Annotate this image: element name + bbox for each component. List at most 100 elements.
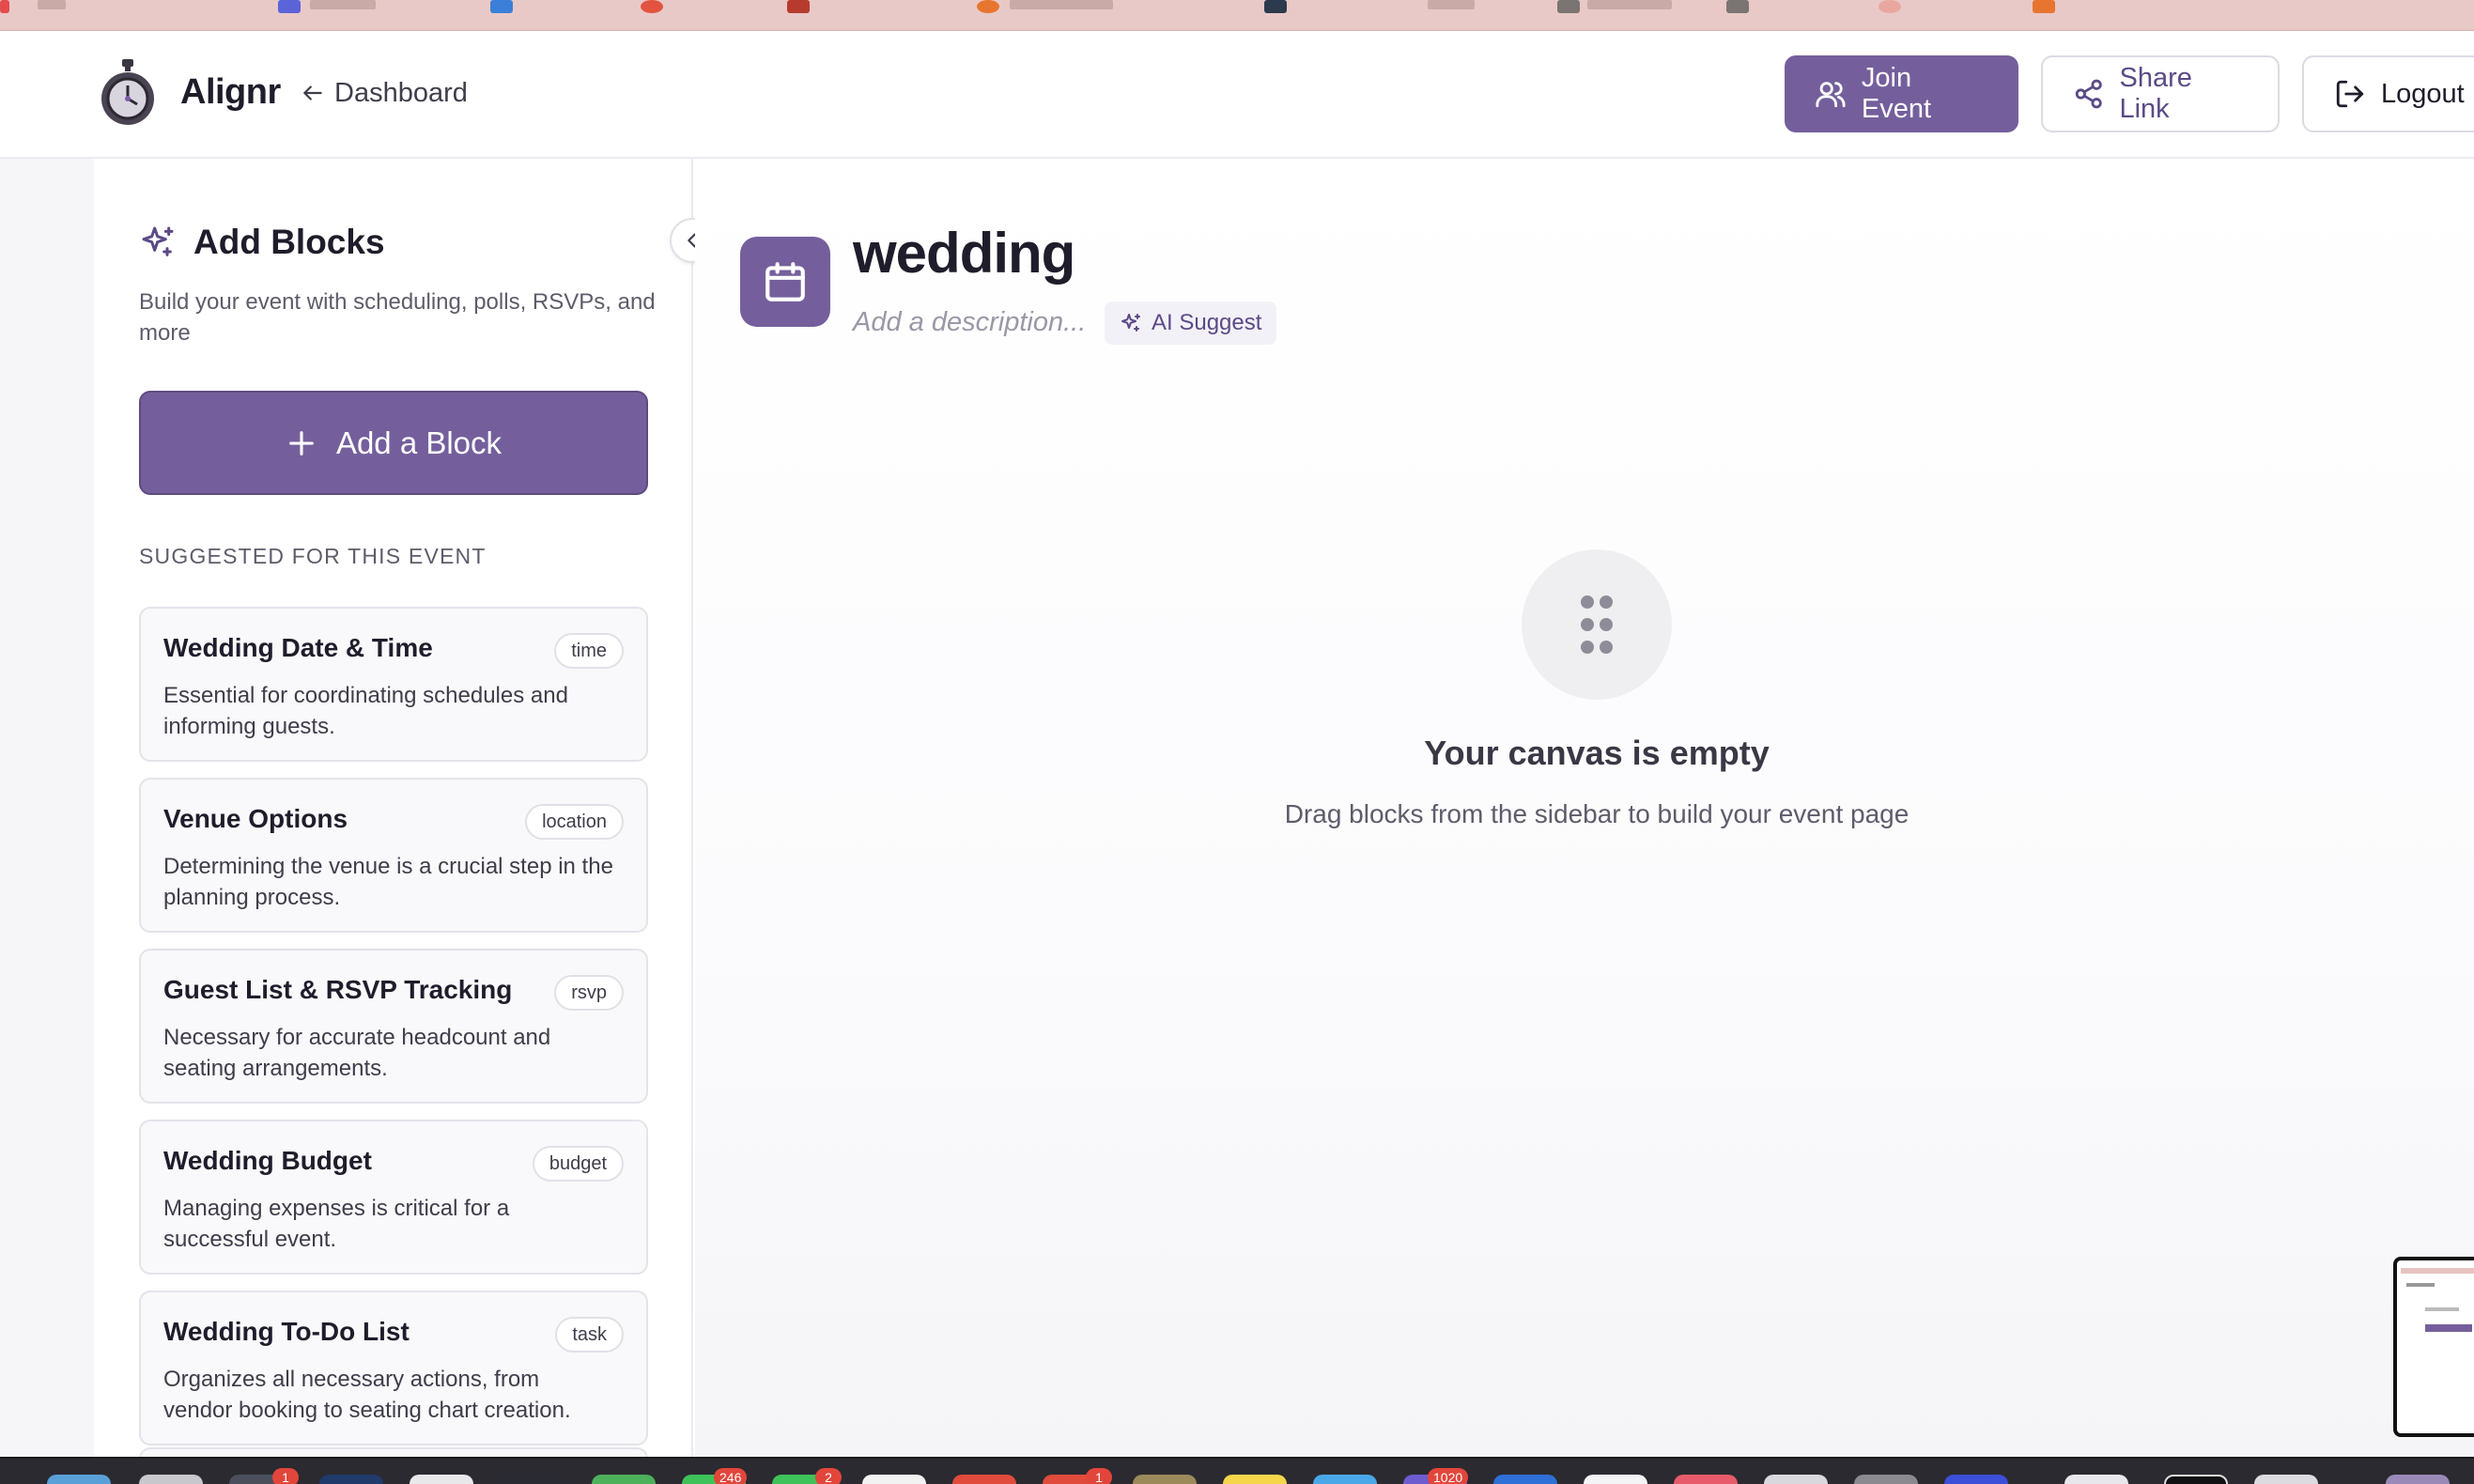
suggestion-tag: location — [525, 804, 624, 840]
grip-dots-icon — [1581, 595, 1613, 654]
tab-favicon[interactable] — [1879, 0, 1901, 13]
suggestion-card-partial[interactable] — [139, 1447, 648, 1457]
dock-app-icon[interactable] — [1313, 1475, 1377, 1484]
join-event-label: Join Event — [1861, 63, 1932, 124]
sidebar-title-row: Add Blocks — [139, 223, 385, 262]
tab-label — [310, 0, 376, 9]
dock-app-icon[interactable] — [1584, 1475, 1647, 1484]
users-icon — [1816, 82, 1846, 108]
dock-app-icon[interactable] — [1493, 1475, 1557, 1484]
suggestion-tag: task — [555, 1317, 624, 1353]
event-description-input[interactable]: Add a description... — [853, 307, 1086, 338]
plus-icon — [289, 430, 314, 456]
logout-button[interactable]: Logout — [2302, 55, 2474, 132]
tab-label — [38, 0, 66, 9]
suggestion-tag: time — [554, 633, 624, 669]
empty-canvas-title: Your canvas is empty — [1424, 734, 1770, 772]
dock-app-icon[interactable] — [2164, 1475, 2228, 1484]
logout-icon — [2336, 80, 2364, 108]
dock-app-icon[interactable] — [410, 1475, 473, 1484]
dock-app-icon[interactable] — [952, 1475, 1016, 1484]
dock-app-icon[interactable] — [1764, 1475, 1828, 1484]
suggestion-title: Wedding Date & Time — [163, 633, 433, 662]
add-a-block-button[interactable]: Add a Block — [139, 391, 648, 495]
tab-favicon[interactable] — [1264, 0, 1287, 13]
suggestion-card[interactable]: Guest List & RSVP Tracking rsvp Necessar… — [139, 949, 648, 1104]
event-canvas: wedding Add a description... AI Suggest … — [695, 159, 2474, 1457]
dock-app-icon[interactable] — [1854, 1475, 1918, 1484]
sparkles-icon — [142, 226, 174, 256]
sidebar-title: Add Blocks — [193, 223, 385, 261]
stopwatch-logo-icon[interactable] — [98, 57, 158, 129]
sparkles-icon — [1121, 314, 1140, 332]
dock-app-icon[interactable] — [2386, 1475, 2450, 1484]
dock-app-icon[interactable] — [1674, 1475, 1738, 1484]
tab-label — [1010, 0, 1113, 9]
tab-favicon[interactable] — [490, 0, 513, 13]
suggestion-card[interactable]: Wedding Budget budget Managing expenses … — [139, 1120, 648, 1275]
dock-badge: 2 — [815, 1468, 842, 1484]
ai-suggest-label: AI Suggest — [1152, 310, 1262, 335]
tab-favicon[interactable] — [0, 0, 9, 13]
suggestion-title: Guest List & RSVP Tracking — [163, 975, 513, 1004]
thumbnail-tab-strip — [2401, 1268, 2474, 1274]
dock-app-icon[interactable] — [1223, 1475, 1287, 1484]
empty-canvas-subtitle: Drag blocks from the sidebar to build yo… — [1284, 799, 1910, 828]
join-event-button[interactable]: Join Event — [1785, 55, 2018, 132]
dock-badge: 1 — [1086, 1468, 1112, 1484]
dock-app-icon[interactable] — [1133, 1475, 1197, 1484]
suggestion-description: Necessary for accurate headcount and sea… — [163, 1025, 551, 1081]
empty-canvas-icon — [1522, 549, 1672, 700]
app-header: Alignr Dashboard Join Event Share Link L… — [0, 31, 2474, 159]
dock-app-icon[interactable] — [47, 1475, 111, 1484]
suggestion-title: Venue Options — [163, 804, 348, 833]
left-gutter — [0, 159, 94, 1457]
event-icon-badge[interactable] — [740, 237, 830, 327]
brand-name: Alignr — [180, 72, 281, 112]
dock-app-icon[interactable] — [2254, 1475, 2318, 1484]
dock-app-icon[interactable] — [319, 1475, 383, 1484]
dock-app-icon[interactable] — [502, 1475, 565, 1484]
event-title[interactable]: wedding — [853, 221, 1075, 286]
back-link-label: Dashboard — [334, 77, 468, 108]
dock-badge: 1 — [272, 1468, 299, 1484]
back-to-dashboard-link[interactable]: Dashboard — [301, 76, 468, 110]
suggestion-tag: rsvp — [554, 975, 624, 1011]
tab-label — [1428, 0, 1475, 9]
thumbnail-add-button — [2425, 1324, 2472, 1332]
tab-favicon[interactable] — [2033, 0, 2055, 13]
sidebar-subtitle: Build your event with scheduling, polls,… — [139, 289, 656, 346]
tab-favicon[interactable] — [977, 0, 999, 13]
suggestion-card[interactable]: Wedding To-Do List task Organizes all ne… — [139, 1291, 648, 1445]
dock-app-icon[interactable] — [592, 1475, 656, 1484]
ai-suggest-button[interactable]: AI Suggest — [1105, 301, 1277, 345]
share-link-label: Share Link — [2119, 63, 2192, 124]
tab-favicon[interactable] — [641, 0, 663, 13]
suggestion-card[interactable]: Venue Options location Determining the v… — [139, 778, 648, 933]
add-blocks-sidebar: Add Blocks Build your event with schedul… — [94, 159, 693, 1457]
tab-favicon[interactable] — [1726, 0, 1749, 13]
tab-favicon[interactable] — [278, 0, 301, 13]
suggestion-title: Wedding Budget — [163, 1146, 372, 1175]
share-icon — [2075, 79, 2102, 109]
suggestion-title: Wedding To-Do List — [163, 1317, 410, 1346]
tab-favicon[interactable] — [787, 0, 810, 13]
suggestion-description: Managing expenses is critical for a succ… — [163, 1196, 510, 1252]
add-a-block-label: Add a Block — [335, 425, 503, 460]
suggestion-description: Essential for coordinating schedules and… — [163, 683, 568, 739]
suggestion-description: Determining the venue is a crucial step … — [163, 854, 613, 910]
suggestion-card[interactable]: Wedding Date & Time time Essential for c… — [139, 607, 648, 762]
dock-app-icon[interactable] — [1944, 1475, 2008, 1484]
screenshot-preview-thumbnail[interactable] — [2393, 1257, 2474, 1437]
tab-favicon[interactable] — [1557, 0, 1580, 13]
thumbnail-sidebar-title — [2425, 1307, 2459, 1311]
share-link-button[interactable]: Share Link — [2041, 55, 2280, 132]
tab-label — [1587, 0, 1672, 9]
suggestion-description: Organizes all necessary actions, from ve… — [163, 1367, 571, 1423]
browser-tab-strip — [0, 0, 2474, 31]
dock-app-icon[interactable] — [139, 1475, 203, 1484]
thumbnail-header — [2406, 1283, 2435, 1287]
dock-app-icon[interactable] — [862, 1475, 926, 1484]
dock-badge: 246 — [714, 1468, 748, 1484]
dock-app-icon[interactable] — [2064, 1475, 2128, 1484]
